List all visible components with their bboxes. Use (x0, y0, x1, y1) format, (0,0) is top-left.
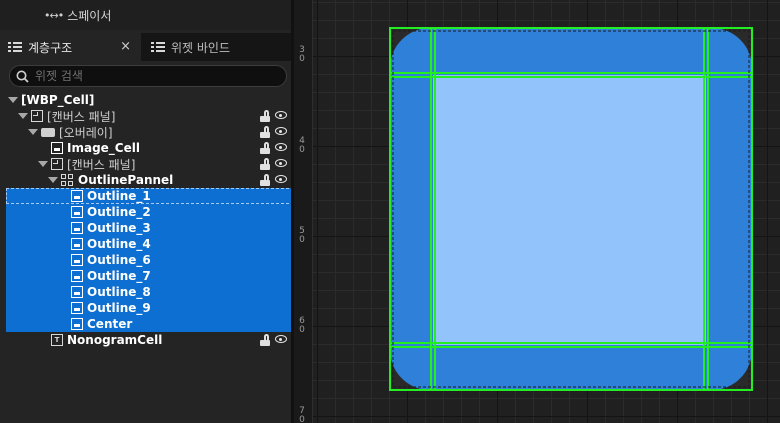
lock-icon[interactable] (260, 126, 271, 138)
tree-row[interactable]: [캔버스 패널] (0, 156, 291, 172)
tab-widget-bind[interactable]: 위젯 바인드 (143, 33, 291, 61)
tree-row[interactable]: T NonogramCell (0, 332, 291, 348)
list-icon (151, 41, 165, 53)
expand-arrow-icon[interactable] (28, 129, 38, 135)
expand-arrow-icon[interactable] (8, 97, 18, 103)
expand-arrow-icon[interactable] (48, 177, 58, 183)
tree-row[interactable]: Image_Cell (0, 140, 291, 156)
tree-row[interactable]: [WBP_Cell] (0, 92, 291, 108)
close-icon[interactable]: × (120, 39, 131, 54)
image-icon (71, 190, 83, 202)
expand-arrow-icon[interactable] (18, 113, 28, 119)
tree-row-label: Outline_8 (87, 285, 151, 299)
image-icon (71, 222, 83, 234)
tab-label: 계층구조 (28, 40, 73, 55)
tree-row[interactable]: [캔버스 패널] (0, 108, 291, 124)
tree-row-label: [캔버스 패널] (47, 109, 116, 124)
canvas-panel-icon (51, 158, 63, 170)
image-icon (51, 142, 63, 154)
palette-item-spacer[interactable]: •↔• 스페이서 (44, 6, 111, 24)
search-box[interactable] (9, 65, 287, 87)
list-icon (8, 41, 22, 53)
image-icon (71, 286, 83, 298)
image-icon (71, 302, 83, 314)
widget-tree: [WBP_Cell] [캔버스 패널] [오버레이] Image_Cell [캔버스 패… (0, 92, 354, 348)
tree-row-label: Outline_4 (87, 237, 151, 251)
text-block-icon: T (51, 334, 63, 346)
eye-icon[interactable] (275, 159, 287, 167)
overlay-icon (41, 127, 55, 137)
lock-icon[interactable] (260, 110, 271, 122)
search-input[interactable] (35, 69, 265, 83)
tree-row-label: Image_Cell (67, 141, 140, 155)
lock-icon[interactable] (260, 142, 271, 154)
tree-row-label: Outline_9 (87, 301, 151, 315)
tree-row-label: [WBP_Cell] (21, 93, 95, 107)
tab-bar: 계층구조 × 위젯 바인드 (0, 33, 291, 61)
hierarchy-panel: •↔• 스페이서 계층구조 × 위젯 바인드 [WBP_Cell] [캔버스 패널… (0, 0, 354, 423)
canvas-panel-icon (31, 110, 43, 122)
palette-list: •↔• 스페이서 (0, 0, 291, 30)
tree-row-label: Outline_2 (87, 205, 151, 219)
tree-row-label: Outline_6 (87, 253, 151, 267)
tree-row-label: [캔버스 패널] (67, 157, 136, 172)
tree-row-label: Outline_1 (87, 189, 151, 203)
expand-arrow-icon[interactable] (38, 161, 48, 167)
lock-icon[interactable] (260, 174, 271, 186)
designer-canvas[interactable]: 3040506070 (294, 0, 780, 423)
tree-row-label: [오버레이] (59, 125, 113, 140)
palette-item-label: 스페이서 (67, 8, 112, 23)
center-image (433, 75, 706, 345)
tree-row-label: Outline_3 (87, 221, 151, 235)
image-icon (71, 206, 83, 218)
image-icon (71, 238, 83, 250)
widget-preview (389, 27, 753, 391)
tab-hierarchy[interactable]: 계층구조 × (0, 33, 141, 61)
spacer-icon: •↔• (44, 8, 64, 22)
tree-row-label: Outline_7 (87, 269, 151, 283)
eye-icon[interactable] (275, 175, 287, 183)
tab-label: 위젯 바인드 (171, 40, 231, 55)
eye-icon[interactable] (275, 127, 287, 135)
lock-icon[interactable] (260, 334, 271, 346)
lock-icon[interactable] (260, 158, 271, 170)
uniform-grid-icon (61, 173, 74, 187)
eye-icon[interactable] (275, 111, 287, 119)
tree-row[interactable]: [오버레이] (0, 124, 291, 140)
tree-row-label: OutlinePannel (78, 173, 174, 187)
tree-row-label: NonogramCell (67, 333, 163, 347)
tree-row-label: Center (87, 317, 133, 331)
image-icon (71, 254, 83, 266)
eye-icon[interactable] (275, 143, 287, 151)
tree-row[interactable]: OutlinePannel (0, 172, 291, 188)
image-icon (71, 270, 83, 282)
image-icon (71, 318, 83, 330)
eye-icon[interactable] (275, 335, 287, 343)
search-icon (16, 70, 29, 83)
